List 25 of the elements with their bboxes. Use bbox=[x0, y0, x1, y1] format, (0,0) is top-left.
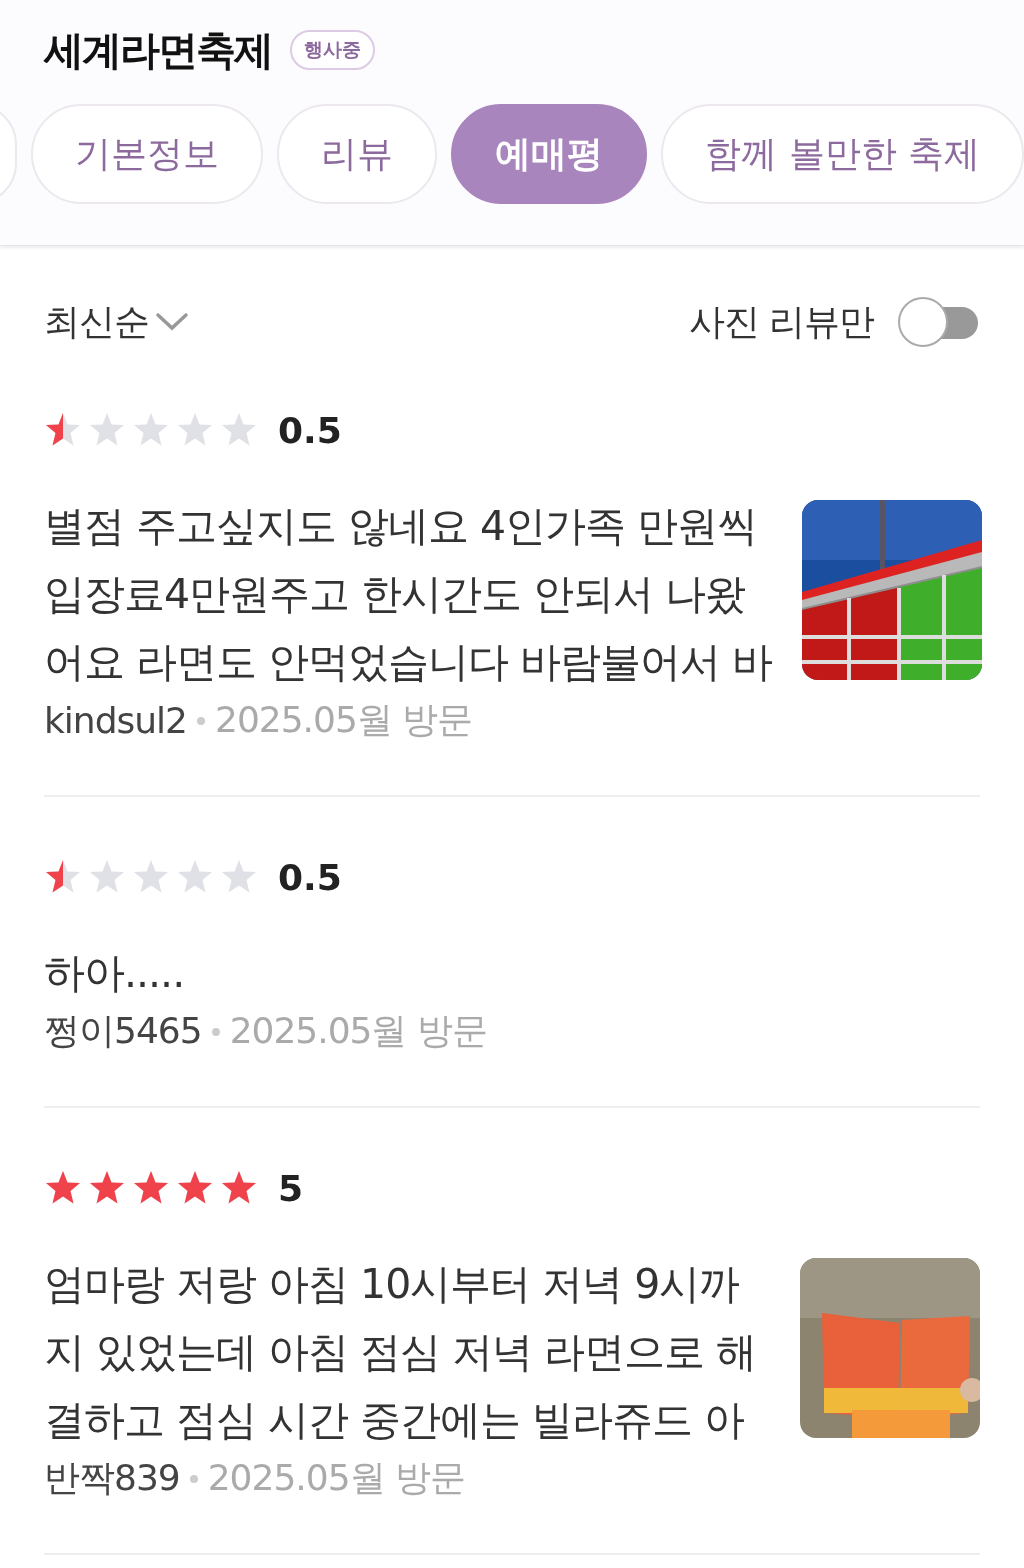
separator-dot bbox=[189, 1474, 198, 1483]
review-text: 엄마랑 저랑 아침 10시부터 저녁 9시까 지 있었는데 아침 점심 저녁 라면으로 해 결하고 점심 시간 중간에는 빌라쥬드 아 bbox=[44, 1259, 757, 1446]
tab[interactable]: 예매평 bbox=[451, 104, 648, 204]
festival-title: 세계라면축제 bbox=[44, 25, 272, 75]
review-text: 하아..... bbox=[44, 948, 186, 999]
review-text: 별점 주고싶지도 않네요 4인가족 만원씩 입장료4만원주고 한시간도 안되서 나왔 어요 라면도 안먹었습니다 바람불어서 바 bbox=[44, 501, 773, 688]
sort-dropdown[interactable]: 최신순 bbox=[44, 297, 189, 347]
rating-value: 0.5 bbox=[278, 856, 342, 898]
chevron-down-icon bbox=[155, 312, 189, 332]
visit-date: 2025.05월 방문 bbox=[207, 1456, 466, 1500]
photo-only-toggle[interactable] bbox=[898, 297, 980, 347]
author-name: kindsul2 bbox=[44, 700, 187, 741]
rating-value: 5 bbox=[278, 1167, 304, 1209]
separator-dot bbox=[197, 716, 205, 725]
rating-value: 0.5 bbox=[278, 409, 342, 451]
visit-date: 2025.05월 방문 bbox=[215, 698, 473, 742]
tab[interactable]: 리뷰 bbox=[277, 104, 438, 204]
photo-filter-label: 사진 리뷰만 bbox=[688, 299, 874, 344]
separator-dot bbox=[211, 1027, 220, 1036]
tab[interactable]: 함께 볼만한 축제 bbox=[661, 104, 1024, 204]
status-badge: 행사중 bbox=[290, 30, 375, 70]
author-name: 쩡이5465 bbox=[44, 1009, 202, 1053]
visit-date: 2025.05월 방문 bbox=[229, 1009, 487, 1053]
author-name: 반짝839 bbox=[44, 1456, 180, 1500]
tab[interactable]: 기본정보 bbox=[31, 104, 264, 204]
